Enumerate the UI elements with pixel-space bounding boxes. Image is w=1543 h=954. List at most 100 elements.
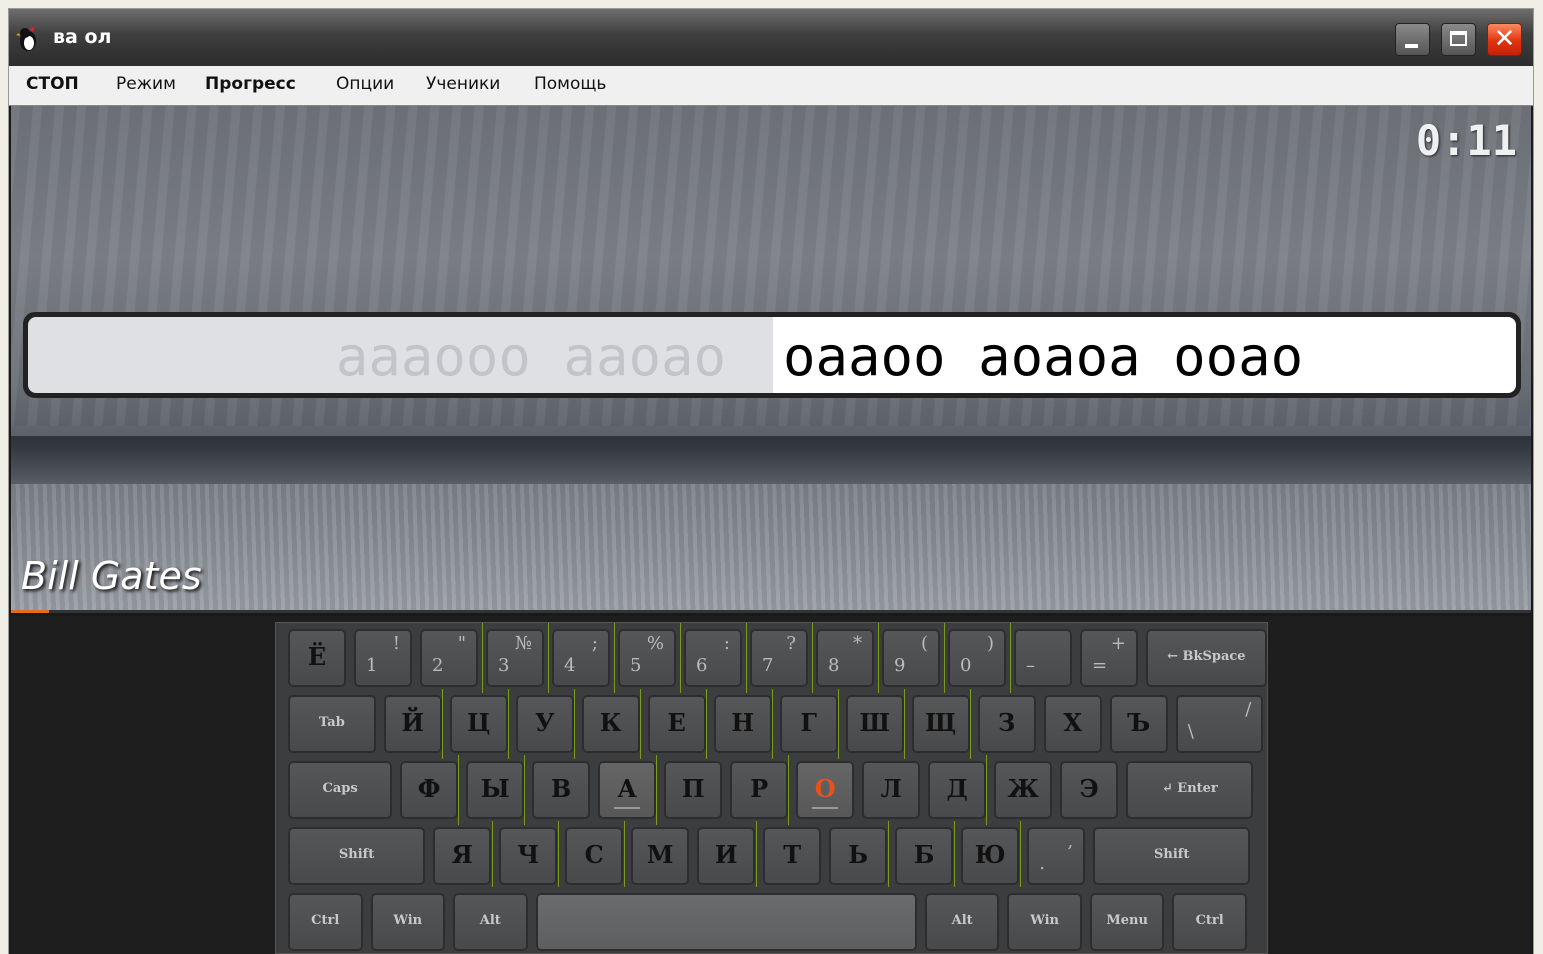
key-а[interactable]: А [598, 761, 657, 819]
key-л[interactable]: Л [862, 761, 921, 819]
key-alt[interactable]: Alt [924, 893, 1000, 951]
key-0[interactable]: ) 0 [948, 629, 1006, 687]
key-shift-label: ) [986, 633, 994, 654]
key-ц[interactable]: Ц [449, 695, 508, 753]
key-щ[interactable]: Щ [911, 695, 970, 753]
key-label: М [646, 840, 674, 869]
key-label: Win [1030, 913, 1060, 928]
key-label: 2 [432, 655, 444, 676]
menu-progress[interactable]: Прогресс [205, 74, 296, 94]
menu-help[interactable]: Помощь [534, 74, 606, 94]
quote-author: Bill Gates [21, 554, 202, 598]
key-з[interactable]: З [977, 695, 1036, 753]
key-3[interactable]: № 3 [486, 629, 544, 687]
close-button[interactable]: ✕ [1487, 23, 1522, 56]
key-с[interactable]: С [565, 827, 624, 885]
key-9[interactable]: (9 [882, 629, 940, 687]
key-shift[interactable]: Shift [288, 827, 426, 885]
key-label: Г [800, 708, 817, 737]
key-label: Ь [848, 840, 869, 869]
key-label: Д [946, 774, 968, 803]
finger-zone-line [970, 689, 971, 759]
key-label: 8 [828, 655, 840, 676]
key-я[interactable]: Я [433, 827, 492, 885]
key-tab[interactable]: Tab [288, 695, 376, 753]
key-caps[interactable]: Caps [288, 761, 393, 819]
key-в[interactable]: В [532, 761, 591, 819]
finger-zone-line [624, 821, 625, 887]
menu-students[interactable]: Ученики [426, 74, 500, 94]
key-ч[interactable]: Ч [499, 827, 558, 885]
key-5[interactable]: % 5 [618, 629, 676, 687]
app-window: ва ол ✕ СТОП Режим Прогресс Опции Ученик… [9, 9, 1533, 954]
key-bkspace[interactable]: ← BkSpace [1146, 629, 1267, 687]
key-shift-label: ! [392, 633, 400, 654]
key-ctrl[interactable]: Ctrl [288, 893, 363, 951]
key-alt[interactable]: Alt [453, 893, 528, 951]
key-х[interactable]: Х [1043, 695, 1102, 753]
finger-zone-line [746, 623, 747, 693]
key-label: Ч [517, 840, 540, 869]
key-ы[interactable]: Ы [466, 761, 525, 819]
key-label: П [681, 774, 705, 803]
key-enter[interactable]: ↵ Enter [1126, 761, 1254, 819]
key-4[interactable]: ; 4 [552, 629, 610, 687]
key-menu[interactable]: Menu [1089, 893, 1165, 951]
key-к[interactable]: К [581, 695, 640, 753]
maximize-button[interactable] [1441, 23, 1476, 56]
key-ъ[interactable]: Ъ [1109, 695, 1168, 753]
key-и[interactable]: И [697, 827, 756, 885]
key-б[interactable]: Б [895, 827, 954, 885]
key-э[interactable]: Э [1060, 761, 1119, 819]
key-label: Р [750, 774, 769, 803]
key-win[interactable]: Win [370, 893, 445, 951]
key-label: Shift [338, 847, 375, 862]
key-6[interactable]: :6 [684, 629, 742, 687]
menu-options[interactable]: Опции [336, 74, 394, 94]
key-ctrl[interactable]: Ctrl [1172, 893, 1247, 951]
key-д[interactable]: Д [928, 761, 987, 819]
key-ю[interactable]: Ю [961, 827, 1020, 885]
key-label: Ц [467, 708, 491, 737]
key-[interactable]: – [1014, 629, 1072, 687]
key-ж[interactable]: Ж [994, 761, 1053, 819]
key-й[interactable]: Й [383, 695, 442, 753]
key-2[interactable]: " 2 [420, 629, 478, 687]
key-у[interactable]: У [515, 695, 574, 753]
key-win[interactable]: Win [1007, 893, 1082, 951]
key-ф[interactable]: Ф [400, 761, 459, 819]
home-key-marker [812, 807, 839, 809]
menu-stop[interactable]: СТОП [26, 74, 79, 94]
menu-mode[interactable]: Режим [116, 74, 176, 94]
key-н[interactable]: Н [713, 695, 772, 753]
key-е[interactable]: Е [647, 695, 706, 753]
key-shift[interactable]: Shift [1093, 827, 1251, 885]
key-1[interactable]: ! 1 [354, 629, 412, 687]
finger-zone-line [1010, 623, 1011, 693]
key-о[interactable]: О [796, 761, 855, 819]
key-т[interactable]: Т [763, 827, 822, 885]
key-8[interactable]: * 8 [816, 629, 874, 687]
key-[interactable]: ,. [1027, 827, 1086, 885]
minimize-button[interactable] [1395, 23, 1430, 56]
key-п[interactable]: П [664, 761, 723, 819]
title-bar[interactable]: ва ол ✕ [9, 9, 1533, 66]
key-label: 4 [564, 655, 576, 676]
key-м[interactable]: М [631, 827, 690, 885]
progress-fill [11, 610, 49, 613]
key-ш[interactable]: Ш [845, 695, 904, 753]
menu-bar: СТОП Режим Прогресс Опции Ученики Помощь [9, 66, 1533, 106]
progress-bar [11, 610, 1531, 613]
key-г[interactable]: Г [779, 695, 838, 753]
key-label: Х [1063, 708, 1082, 737]
key-7[interactable]: ? 7 [750, 629, 808, 687]
key-[interactable]: / \ [1175, 695, 1264, 753]
onscreen-keyboard: Ё! 1 " 2 № 3; 4% 5:6? 7 * 8(9) 0– + = ← BkSpace Tab Й Ц У К… [275, 622, 1268, 954]
key-ь[interactable]: Ь [829, 827, 888, 885]
key-label: 0 [960, 655, 972, 676]
key-ё[interactable]: Ё [288, 629, 346, 687]
key-space[interactable] [535, 893, 917, 951]
finger-zone-line [706, 689, 707, 759]
key-р[interactable]: Р [730, 761, 789, 819]
key-[interactable]: + = [1080, 629, 1138, 687]
